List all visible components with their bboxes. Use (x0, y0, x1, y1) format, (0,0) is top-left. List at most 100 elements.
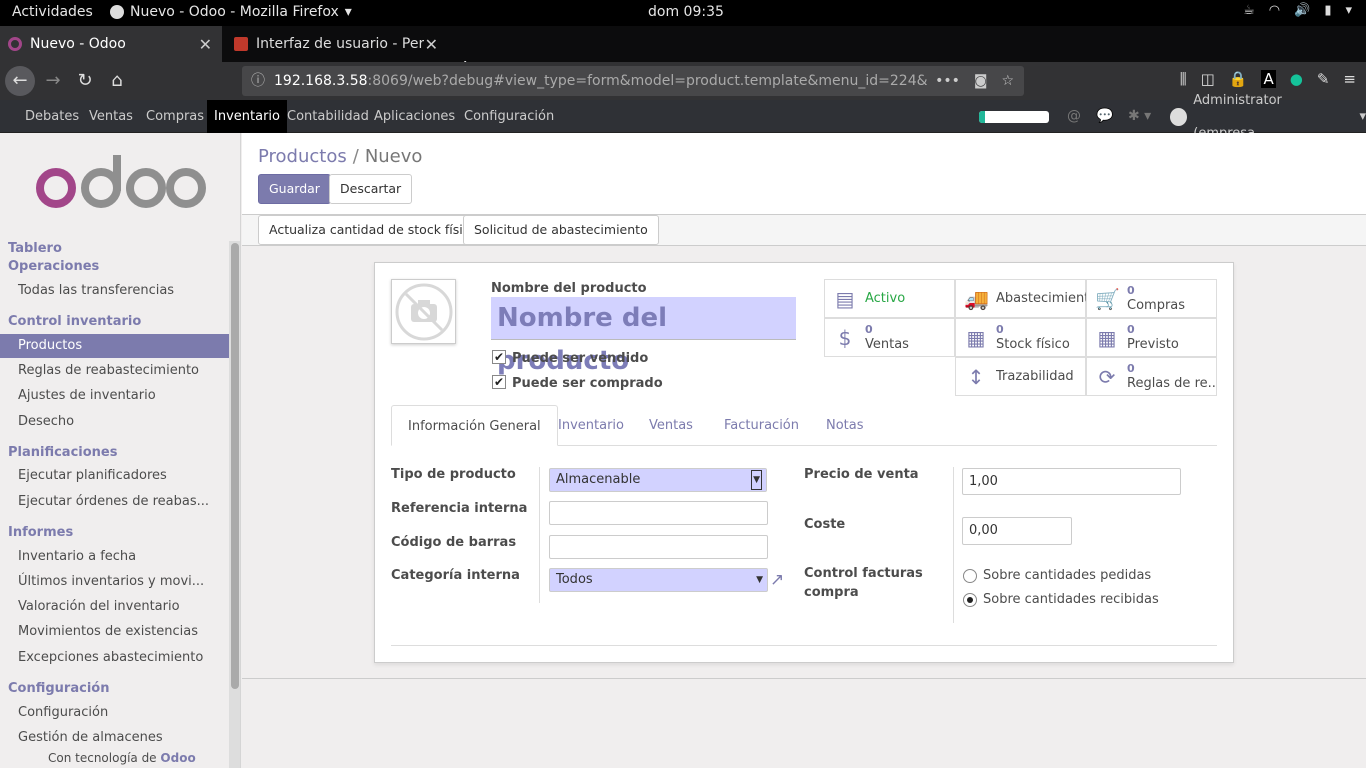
info-icon[interactable]: ⓘ (251, 66, 265, 96)
smart-button-trazabilidad[interactable]: ↕ Trazabilidad (955, 357, 1086, 396)
field-separator (539, 467, 540, 603)
forward-arrow-icon[interactable]: → (38, 66, 68, 96)
firefox-icon (110, 5, 124, 19)
smart-button-ventas[interactable]: $ 0 Ventas (824, 318, 955, 357)
reload-icon[interactable]: ↻ (70, 66, 100, 96)
radio-received-quantities[interactable] (963, 593, 977, 607)
sidebar-item-ajustes[interactable]: Ajustes de inventario (0, 384, 229, 408)
bug-icon[interactable]: ✱ ▾ (1128, 108, 1151, 124)
product-type-select[interactable]: Almacenable ▼ (549, 468, 767, 492)
odoo-logo[interactable] (36, 153, 206, 213)
breadcrumb-productos[interactable]: Productos (258, 146, 347, 167)
system-tray[interactable]: ☕ ◠ 🔊 ▮ ▾ (1243, 3, 1352, 18)
back-arrow-icon[interactable]: ← (5, 66, 35, 96)
menu-ventas[interactable]: Ventas (82, 100, 140, 133)
sidebar-item-ejecutar-planificadores[interactable]: Ejecutar planificadores (0, 464, 229, 488)
sidebar-section-informes[interactable]: Informes (8, 525, 73, 540)
user-menu[interactable]: Administrator (empresa... ▾ (1170, 93, 1366, 141)
sidebar-section-tablero[interactable]: Tablero (8, 241, 62, 256)
page-actions-icon[interactable]: ••• (935, 66, 960, 96)
smart-button-compras[interactable]: 🛒 0 Compras (1086, 279, 1217, 318)
sidebar-item-excepciones[interactable]: Excepciones abastecimiento (0, 646, 229, 670)
smart-button-label: Abastecimiento (996, 291, 1086, 306)
sidebar-item-transferencias[interactable]: Todas las transferencias (0, 279, 229, 303)
powered-by-text: Con tecnología de (48, 751, 157, 765)
clock[interactable]: dom 09:35 (648, 4, 724, 20)
barcode-input[interactable] (549, 535, 768, 559)
home-icon[interactable]: ⌂ (102, 66, 132, 96)
sidebar-scrollbar[interactable] (229, 241, 240, 768)
coffee-icon[interactable]: ☕ (1243, 3, 1255, 18)
cost-input[interactable]: 0,00 (962, 517, 1072, 545)
tab-facturacion[interactable]: Facturación (708, 405, 815, 446)
at-sign-icon[interactable]: @ (1067, 108, 1081, 124)
breadcrumb: Productos / Nuevo (258, 146, 422, 167)
sidebar-item-productos[interactable]: Productos (0, 334, 229, 358)
chat-icon[interactable]: 💬 (1096, 108, 1113, 124)
can-be-sold-checkbox[interactable]: ✔ (492, 350, 506, 364)
sidebar-item-inventario-fecha[interactable]: Inventario a fecha (0, 545, 229, 569)
external-link-icon[interactable]: ↗ (770, 570, 784, 590)
sale-price-input[interactable]: 1,00 (962, 468, 1181, 495)
browser-tab-interfaz[interactable]: Interfaz de usuario - Pers ✕ (226, 26, 448, 62)
smart-button-stock-fisico[interactable]: ▦ 0 Stock físico (955, 318, 1086, 357)
sidebar-section-configuracion[interactable]: Configuración (8, 681, 109, 696)
sidebar-item-movimientos[interactable]: Movimientos de existencias (0, 620, 229, 644)
app-menu[interactable]: Nuevo - Odoo - Mozilla Firefox ▾ (110, 4, 352, 20)
tab-notas[interactable]: Notas (810, 405, 880, 446)
library-icon[interactable]: ⫼ (1180, 70, 1187, 88)
discard-button[interactable]: Descartar (329, 174, 413, 204)
menu-contabilidad[interactable]: Contabilidad (280, 100, 376, 133)
menu-configuracion[interactable]: Configuración (457, 100, 561, 133)
category-value: Todos (556, 572, 593, 587)
powered-by-link[interactable]: Odoo (160, 751, 195, 765)
smart-button-abastecimiento[interactable]: 🚚 Abastecimiento (955, 279, 1086, 318)
tab-informacion-general[interactable]: Información General (391, 405, 558, 446)
left-sidebar: Tablero Operaciones Todas las transferen… (0, 133, 241, 768)
smart-button-previsto[interactable]: ▦ 0 Previsto (1086, 318, 1217, 357)
sidebar-item-valoracion[interactable]: Valoración del inventario (0, 595, 229, 619)
sidebar-item-almacenes[interactable]: Gestión de almacenes (0, 726, 229, 750)
pocket-icon[interactable]: ◙ (974, 66, 988, 96)
menu-inventario[interactable]: Inventario (207, 100, 287, 133)
browser-tab-odoo[interactable]: Nuevo - Odoo ✕ (0, 26, 222, 62)
product-image[interactable] (391, 279, 456, 344)
url-bar[interactable]: ⓘ 192.168.3.58:8069/web?debug#view_type=… (242, 66, 1024, 96)
procurement-request-button[interactable]: Solicitud de abastecimiento (463, 215, 659, 245)
product-name-input[interactable]: Nombre del producto (491, 297, 796, 376)
smart-button-reglas[interactable]: ⟳ 0 Reglas de re... (1086, 357, 1217, 396)
radio-ordered-label[interactable]: Sobre cantidades pedidas (983, 568, 1151, 583)
update-qty-button[interactable]: Actualiza cantidad de stock físico (258, 215, 489, 245)
smart-button-activo[interactable]: ▤ Activo (824, 279, 955, 318)
tab-ventas[interactable]: Ventas (633, 405, 709, 446)
menu-aplicaciones[interactable]: Aplicaciones (367, 100, 462, 133)
sidebar-section-planificaciones[interactable]: Planificaciones (8, 445, 117, 460)
save-button[interactable]: Guardar (258, 174, 331, 204)
sidebar-section-operaciones[interactable]: Operaciones (8, 259, 99, 274)
tab-inventario[interactable]: Inventario (542, 405, 640, 446)
radio-ordered-quantities[interactable] (963, 569, 977, 583)
can-be-sold-label[interactable]: Puede ser vendido (512, 351, 648, 366)
sidebar-section-control[interactable]: Control inventario (8, 314, 141, 329)
bookmark-star-icon[interactable]: ☆ (1001, 66, 1014, 96)
radio-received-label[interactable]: Sobre cantidades recibidas (983, 592, 1159, 607)
can-be-purchased-checkbox[interactable]: ✔ (492, 375, 506, 389)
can-be-purchased-label[interactable]: Puede ser comprado (512, 376, 663, 391)
breadcrumb-separator: / (352, 146, 359, 167)
close-icon[interactable]: ✕ (199, 35, 212, 54)
close-icon[interactable]: ✕ (425, 35, 438, 54)
internal-ref-input[interactable] (549, 501, 768, 525)
activities-button[interactable]: Actividades (12, 4, 93, 20)
sidebar-item-desecho[interactable]: Desecho (0, 410, 229, 434)
menu-compras[interactable]: Compras (139, 100, 211, 133)
category-select[interactable]: Todos ▼ (549, 568, 768, 592)
menu-debates[interactable]: Debates (18, 100, 86, 133)
chevron-down-icon: ▼ (751, 470, 762, 490)
product-type-label: Tipo de producto (391, 467, 516, 482)
sidebar-item-reglas[interactable]: Reglas de reabastecimiento (0, 359, 229, 383)
scrollbar-thumb[interactable] (231, 243, 239, 689)
onboarding-progress-bar[interactable] (979, 111, 1049, 123)
sidebar-item-configuracion[interactable]: Configuración (0, 701, 229, 725)
sidebar-item-ejecutar-ordenes[interactable]: Ejecutar órdenes de reabas... (0, 490, 229, 514)
sidebar-item-ultimos-inventarios[interactable]: Últimos inventarios y movi... (0, 570, 229, 594)
